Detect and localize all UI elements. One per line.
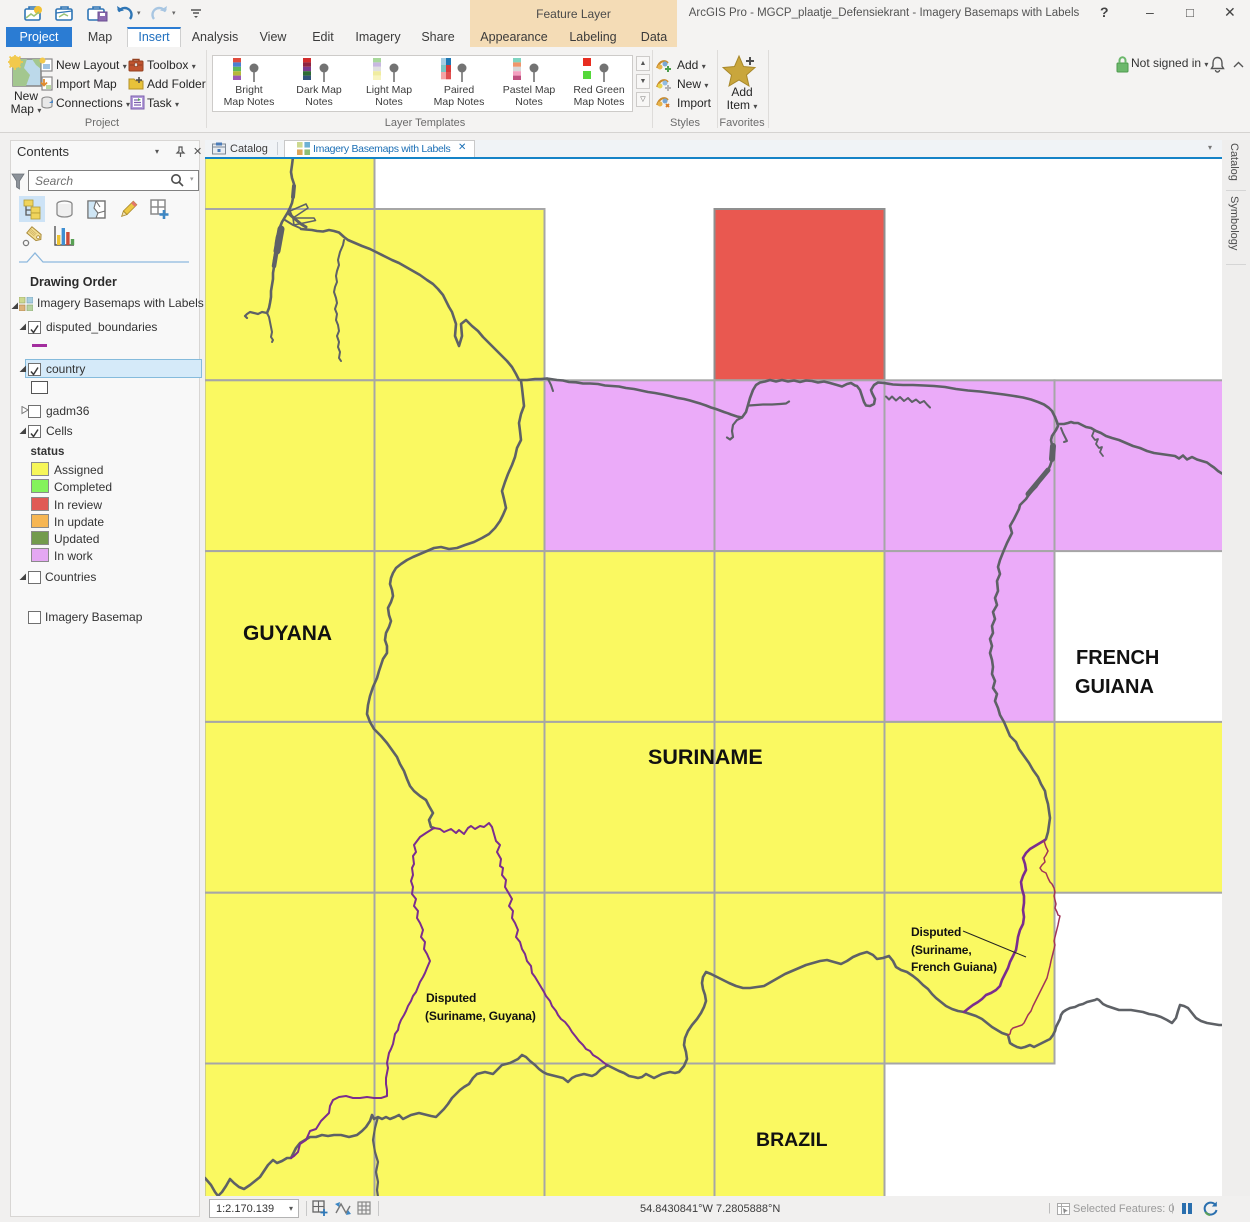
svg-text:(Suriname,: (Suriname,	[911, 943, 972, 957]
svg-text:GUIANA: GUIANA	[1075, 676, 1154, 698]
svg-text:BRAZIL: BRAZIL	[756, 1129, 828, 1151]
svg-text:(Suriname, Guyana): (Suriname, Guyana)	[425, 1009, 536, 1023]
svg-text:Disputed: Disputed	[911, 925, 961, 939]
svg-text:FRENCH: FRENCH	[1076, 647, 1159, 669]
svg-text:Disputed: Disputed	[426, 991, 476, 1005]
svg-text:GUYANA: GUYANA	[243, 622, 332, 645]
svg-text:SURINAME: SURINAME	[648, 745, 763, 769]
svg-text:French Guiana): French Guiana)	[911, 960, 997, 974]
